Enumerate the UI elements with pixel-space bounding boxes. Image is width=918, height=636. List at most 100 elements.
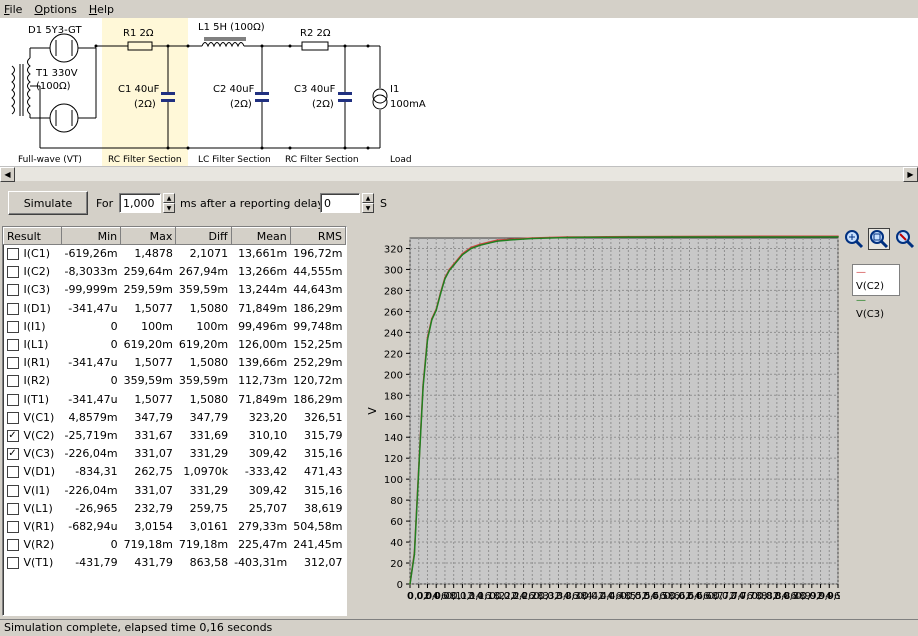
result-name-cell[interactable]: V(T1) <box>4 554 62 572</box>
table-row[interactable]: ✓ V(C3) -226,04m 331,07 331,29 309,42 315,16 <box>4 445 346 463</box>
result-name-cell[interactable]: I(R1) <box>4 354 62 372</box>
label-t1b: (100Ω) <box>36 81 71 92</box>
table-row[interactable]: V(T1) -431,79 431,79 863,58 -403,31m 312,07 <box>4 554 346 572</box>
data-point <box>448 269 451 272</box>
result-name-cell[interactable]: V(L1) <box>4 499 62 517</box>
diff-cell: 3,0161 <box>189 519 229 533</box>
duration-input[interactable] <box>119 193 161 213</box>
result-name-cell[interactable]: V(R1) <box>4 517 62 535</box>
result-checkbox[interactable] <box>6 466 19 479</box>
tube-lower <box>49 103 79 133</box>
result-checkbox[interactable] <box>6 339 19 352</box>
table-row[interactable]: ✓ V(C2) -25,719m 331,67 331,69 310,10 315,79 <box>4 426 346 444</box>
result-name-cell[interactable]: I(T1) <box>4 390 62 408</box>
result-checkbox[interactable] <box>6 539 19 552</box>
table-row[interactable]: V(D1) -834,31 262,75 1,0970k -333,42 471,43 <box>4 463 346 481</box>
table-row[interactable]: I(D1) -341,47u 1,5077 1,5080 71,849m 186,29m <box>4 299 346 317</box>
result-name-cell[interactable]: I(D1) <box>4 299 62 317</box>
result-checkbox[interactable] <box>6 375 19 388</box>
table-row[interactable]: I(C3) -99,999m 259,59m 359,59m 13,244m 44,643… <box>4 281 346 299</box>
table-row[interactable]: I(T1) -341,47u 1,5077 1,5080 71,849m 186,29m <box>4 390 346 408</box>
result-name-cell[interactable]: I(C1) <box>4 245 62 263</box>
result-checkbox[interactable] <box>6 393 19 406</box>
result-checkbox[interactable] <box>6 284 19 297</box>
col-max[interactable]: Max <box>120 227 177 245</box>
delay-input[interactable] <box>320 193 360 213</box>
menu-help[interactable]: Help <box>89 3 114 16</box>
result-name-cell[interactable]: I(C3) <box>4 281 62 299</box>
result-checkbox[interactable] <box>6 266 19 279</box>
mean-cell: -333,42 <box>244 465 288 479</box>
menu-help-label: elp <box>97 2 114 16</box>
simulate-button[interactable]: Simulate <box>8 191 88 215</box>
menu-file[interactable]: File <box>4 3 22 16</box>
result-name-cell[interactable]: I(R2) <box>4 372 62 390</box>
col-diff[interactable]: Diff <box>175 227 232 245</box>
result-name-cell[interactable]: V(R2) <box>4 536 62 554</box>
result-name-cell[interactable]: I(L1) <box>4 335 62 353</box>
rms-cell: 252,29m <box>293 356 343 370</box>
result-name-cell[interactable]: ✓ V(C2) <box>4 426 62 444</box>
rms-cell: 312,07 <box>304 556 343 570</box>
spin-up-icon[interactable]: ▲ <box>362 193 374 203</box>
col-mean[interactable]: Mean <box>230 227 291 245</box>
scroll-left-icon[interactable]: ◀ <box>0 167 15 182</box>
max-cell: 100m <box>141 319 173 333</box>
col-rms[interactable]: RMS <box>289 227 346 245</box>
table-row[interactable]: V(C1) 4,8579m 347,79 347,79 323,20 326,51 <box>4 408 346 426</box>
table-row[interactable]: V(L1) -26,965 232,79 259,75 25,707 38,619 <box>4 499 346 517</box>
result-checkbox[interactable] <box>6 484 19 497</box>
table-row[interactable]: I(L1) 0 619,20m 619,20m 126,00m 152,25m <box>4 335 346 353</box>
col-result[interactable]: Result <box>3 227 62 245</box>
voltage-chart[interactable]: 0 20 40 60 80 100 120 140 160 180 200 220 240 260 280 3… <box>350 226 849 616</box>
result-checkbox[interactable] <box>6 248 19 261</box>
spin-down-icon[interactable]: ▼ <box>163 203 175 213</box>
table-row[interactable]: I(R1) -341,47u 1,5077 1,5080 139,66m 252,29m <box>4 354 346 372</box>
result-checkbox[interactable] <box>6 411 19 424</box>
data-point <box>452 264 455 267</box>
menu-options-accel: O <box>34 2 44 16</box>
spin-up-icon[interactable]: ▲ <box>163 193 175 203</box>
delay-spinner[interactable]: ▲ ▼ <box>362 193 374 213</box>
scroll-right-icon[interactable]: ▶ <box>903 167 918 182</box>
delay-label: after a reporting delay of <box>200 197 339 210</box>
result-checkbox[interactable] <box>6 320 19 333</box>
zoom-fit-icon[interactable] <box>868 228 890 250</box>
result-name: I(R1) <box>23 356 50 370</box>
section-fullwave: Full-wave (VT) <box>18 155 82 165</box>
mean-cell: 71,849m <box>238 301 288 315</box>
data-point <box>496 240 499 242</box>
mean-cell: 139,66m <box>238 356 288 370</box>
result-checkbox[interactable]: ✓ <box>6 448 19 461</box>
result-checkbox[interactable] <box>6 302 19 315</box>
result-name-cell[interactable]: I(I1) <box>4 317 62 335</box>
result-name-cell[interactable]: ✓ V(C3) <box>4 445 62 463</box>
table-row[interactable]: I(I1) 0 100m 100m 99,496m 99,748m <box>4 317 346 335</box>
menu-options[interactable]: Options <box>34 3 76 16</box>
result-name-cell[interactable]: V(C1) <box>4 408 62 426</box>
result-name-cell[interactable]: V(D1) <box>4 463 62 481</box>
col-min[interactable]: Min <box>60 227 122 245</box>
result-name-cell[interactable]: V(I1) <box>4 481 62 499</box>
result-checkbox[interactable]: ✓ <box>6 429 19 442</box>
schematic-hscrollbar[interactable]: ◀ ▶ <box>0 166 918 182</box>
table-row[interactable]: I(C2) -8,3033m 259,64m 267,94m 13,266m 44,555… <box>4 263 346 281</box>
duration-spinner[interactable]: ▲ ▼ <box>163 193 175 213</box>
zoom-in-icon[interactable] <box>843 228 865 250</box>
result-checkbox[interactable] <box>6 557 19 570</box>
result-checkbox[interactable] <box>6 520 19 533</box>
result-name: V(R1) <box>23 519 55 533</box>
table-row[interactable]: I(R2) 0 359,59m 359,59m 112,73m 120,72m <box>4 372 346 390</box>
diff-cell: 619,20m <box>178 338 229 352</box>
table-row[interactable]: V(R2) 0 719,18m 719,18m 225,47m 241,45m <box>4 536 346 554</box>
spin-down-icon[interactable]: ▼ <box>362 203 374 213</box>
zoom-out-icon[interactable] <box>894 228 916 250</box>
result-name-cell[interactable]: I(C2) <box>4 263 62 281</box>
result-checkbox[interactable] <box>6 502 19 515</box>
rms-cell: 44,555m <box>293 265 343 279</box>
table-row[interactable]: V(R1) -682,94u 3,0154 3,0161 279,33m 504,58m <box>4 517 346 535</box>
legend-swatch-vc2: — <box>856 267 866 278</box>
table-row[interactable]: V(I1) -226,04m 331,07 331,29 309,42 315,16 <box>4 481 346 499</box>
result-checkbox[interactable] <box>6 357 19 370</box>
table-row[interactable]: I(C1) -619,26m 1,4878 2,1071 13,661m 196,72m <box>4 245 346 263</box>
